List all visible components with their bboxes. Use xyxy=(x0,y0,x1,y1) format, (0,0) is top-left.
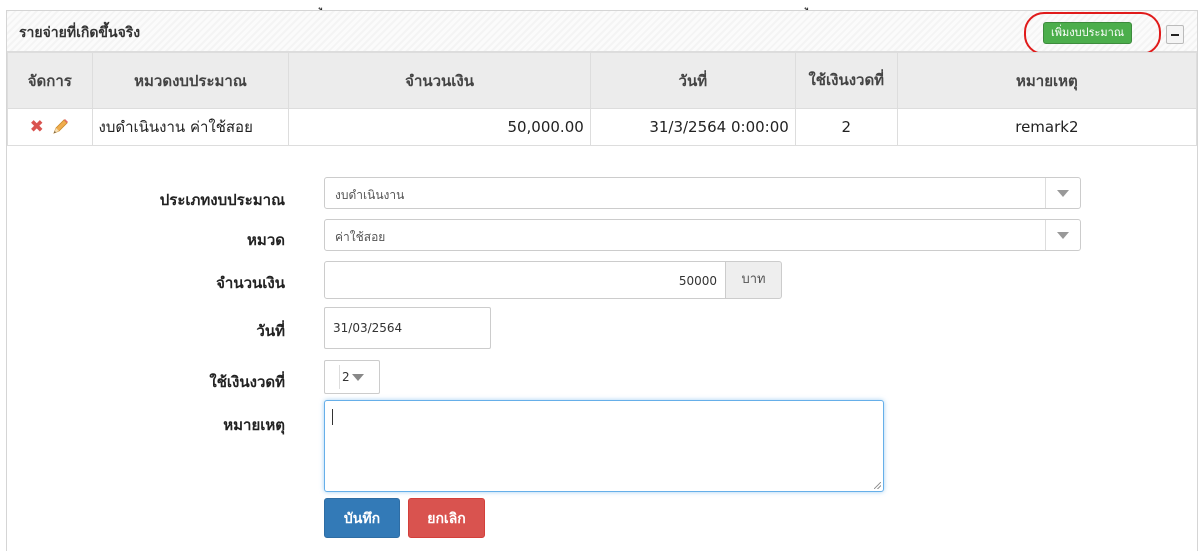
header-amount: จำนวนเงิน xyxy=(288,52,591,109)
cell-category: งบดำเนินงาน ค่าใช้สอย xyxy=(91,108,290,146)
chevron-down-icon[interactable] xyxy=(1045,178,1080,208)
category-label: หมวด xyxy=(247,231,285,249)
remark-label: หมายเหตุ xyxy=(223,416,285,434)
cell-installment: 2 xyxy=(794,108,898,146)
select-separator xyxy=(339,365,340,389)
header-actions: จัดการ xyxy=(7,52,93,109)
budget-type-value: งบดำเนินงาน xyxy=(335,188,405,202)
date-input[interactable]: 31/03/2564 xyxy=(324,307,491,349)
expense-table: จัดการ หมวดงบประมาณ จำนวนเงิน วันที่ ใช้… xyxy=(7,52,1198,146)
cell-date: 31/3/2564 0:00:00 xyxy=(589,108,796,146)
collapse-minus-icon[interactable] xyxy=(1166,25,1184,44)
chevron-down-icon[interactable] xyxy=(1045,220,1080,250)
amount-unit-addon: บาท xyxy=(725,261,782,299)
date-label: วันที่ xyxy=(256,322,285,340)
installment-select[interactable]: 2 xyxy=(324,360,380,394)
header-remark: หมายเหตุ xyxy=(896,52,1198,109)
budget-type-select[interactable]: งบดำเนินงาน xyxy=(324,177,1081,209)
remark-textarea[interactable] xyxy=(324,400,884,492)
resize-grip-icon[interactable] xyxy=(874,482,881,489)
amount-value: 50000 xyxy=(678,274,717,288)
category-select[interactable]: ค่าใช้สอย xyxy=(324,219,1081,251)
table-header-row: จัดการ หมวดงบประมาณ จำนวนเงิน วันที่ ใช้… xyxy=(7,52,1198,109)
date-value: 31/03/2564 xyxy=(333,321,403,335)
panel-title: รายจ่ายที่เกิดขึ้นจริง xyxy=(19,25,141,41)
installment-value: 2 xyxy=(342,370,350,384)
delete-icon[interactable]: ✖ xyxy=(30,117,44,137)
add-budget-button[interactable]: เพิ่มงบประมาณ xyxy=(1043,22,1133,44)
table-row: ✖ งบดำเนินงาน ค่าใช้สอย 50,000.00 31/3/2… xyxy=(7,108,1198,146)
save-button[interactable]: บันทึก xyxy=(324,498,400,538)
header-date: วันที่ xyxy=(589,52,796,109)
clipped-top-strip: ู ู xyxy=(0,0,1201,10)
amount-label: จำนวนเงิน xyxy=(216,274,285,292)
text-caret xyxy=(332,409,333,425)
edit-pencil-icon[interactable] xyxy=(50,117,70,137)
header-installment: ใช้เงินงวดที่ xyxy=(794,52,898,109)
header-category: หมวดงบประมาณ xyxy=(91,52,290,109)
row-actions-cell: ✖ xyxy=(7,108,93,146)
cell-remark: remark2 xyxy=(896,108,1198,146)
amount-input-group: 50000 บาท xyxy=(324,261,782,299)
budget-type-label: ประเภทงบประมาณ xyxy=(159,191,285,209)
actual-expense-panel: รายจ่ายที่เกิดขึ้นจริง เพิ่มงบประมาณ จัด… xyxy=(6,10,1198,551)
cancel-button[interactable]: ยกเลิก xyxy=(408,498,485,538)
category-value: ค่าใช้สอย xyxy=(335,230,386,244)
panel-heading: รายจ่ายที่เกิดขึ้นจริง เพิ่มงบประมาณ xyxy=(7,11,1197,55)
installment-label: ใช้เงินงวดที่ xyxy=(209,373,285,391)
cell-amount: 50,000.00 xyxy=(288,108,591,146)
chevron-down-icon[interactable] xyxy=(352,374,364,381)
amount-input[interactable]: 50000 xyxy=(324,261,726,299)
